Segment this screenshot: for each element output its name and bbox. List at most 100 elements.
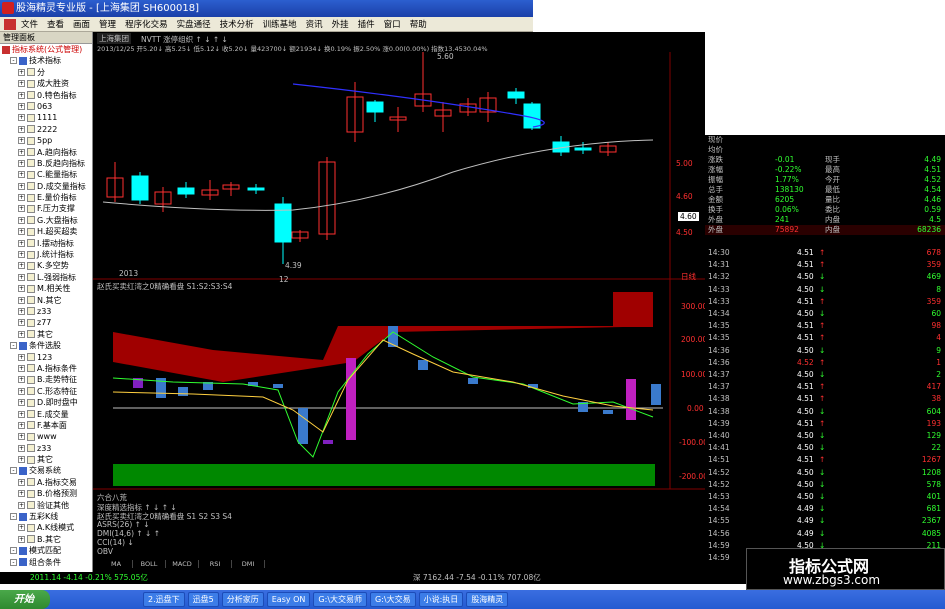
taskbar-item[interactable]: 股海精灵 bbox=[466, 592, 509, 607]
tree-leaf[interactable]: + 成大胜资 bbox=[0, 78, 92, 89]
taskbar-item[interactable]: 2.迅盘下 bbox=[143, 592, 185, 607]
expand-toggle-icon[interactable]: + bbox=[18, 421, 25, 429]
tree-node[interactable]: - 交易系统 bbox=[0, 465, 92, 476]
expand-toggle-icon[interactable]: + bbox=[18, 296, 25, 304]
chart-canvas[interactable] bbox=[93, 32, 705, 572]
expand-toggle-icon[interactable]: + bbox=[18, 228, 25, 236]
tree-leaf[interactable]: + www bbox=[0, 431, 92, 442]
tree-leaf[interactable]: + E.成交量 bbox=[0, 409, 92, 420]
expand-toggle-icon[interactable]: + bbox=[18, 80, 25, 88]
tree-leaf[interactable]: + K.多空势 bbox=[0, 260, 92, 271]
indicator-tab[interactable]: RSI bbox=[199, 560, 232, 568]
tree-leaf[interactable]: + 其它 bbox=[0, 329, 92, 340]
expand-toggle-icon[interactable]: + bbox=[18, 456, 25, 464]
expand-toggle-icon[interactable]: + bbox=[18, 262, 25, 270]
tree-leaf[interactable]: + F.基本面 bbox=[0, 420, 92, 431]
expand-toggle-icon[interactable]: - bbox=[10, 467, 17, 475]
tree-leaf[interactable]: + E.量价指标 bbox=[0, 192, 92, 203]
menu-item[interactable]: 插件 bbox=[358, 18, 375, 30]
tree-leaf[interactable]: +5pp bbox=[0, 135, 92, 146]
expand-toggle-icon[interactable]: + bbox=[18, 307, 25, 315]
expand-toggle-icon[interactable]: + bbox=[18, 399, 25, 407]
taskbar-item[interactable]: 分析家历 bbox=[221, 592, 264, 607]
tree-leaf[interactable]: +1111 bbox=[0, 112, 92, 123]
menu-item[interactable]: 窗口 bbox=[384, 18, 401, 30]
tree-leaf[interactable]: + A.指标条件 bbox=[0, 363, 92, 374]
tree-leaf[interactable]: + B.价格预测 bbox=[0, 488, 92, 499]
tree-leaf[interactable]: + z77 bbox=[0, 317, 92, 328]
tree-leaf[interactable]: + M.相关性 bbox=[0, 283, 92, 294]
tree-leaf[interactable]: + D.即时盘中 bbox=[0, 397, 92, 408]
menu-item[interactable]: 训练基地 bbox=[263, 18, 297, 30]
tree-leaf[interactable]: +123 bbox=[0, 352, 92, 363]
menu-item[interactable]: 帮助 bbox=[410, 18, 427, 30]
expand-toggle-icon[interactable]: + bbox=[18, 478, 25, 486]
tree-leaf[interactable]: + A.指标交易 bbox=[0, 477, 92, 488]
menu-item[interactable]: 资讯 bbox=[306, 18, 323, 30]
expand-toggle-icon[interactable]: + bbox=[18, 125, 25, 133]
expand-toggle-icon[interactable]: + bbox=[18, 444, 25, 452]
expand-toggle-icon[interactable]: + bbox=[18, 137, 25, 145]
tree-leaf[interactable]: + A.趋向指标 bbox=[0, 147, 92, 158]
expand-toggle-icon[interactable]: + bbox=[18, 524, 25, 532]
expand-toggle-icon[interactable]: + bbox=[18, 194, 25, 202]
expand-toggle-icon[interactable]: + bbox=[18, 376, 25, 384]
expand-toggle-icon[interactable]: + bbox=[18, 364, 25, 372]
tree-leaf[interactable]: + 其它 bbox=[0, 454, 92, 465]
menu-item[interactable]: 文件 bbox=[21, 18, 38, 30]
tree-leaf[interactable]: +063 bbox=[0, 101, 92, 112]
expand-toggle-icon[interactable]: + bbox=[18, 68, 25, 76]
expand-toggle-icon[interactable]: + bbox=[18, 102, 25, 110]
menu-item[interactable]: 画面 bbox=[73, 18, 90, 30]
tree-node[interactable]: - 条件选股 bbox=[0, 340, 92, 351]
expand-toggle-icon[interactable]: + bbox=[18, 182, 25, 190]
tree-leaf[interactable]: + H.超买超卖 bbox=[0, 226, 92, 237]
tree-leaf[interactable]: + D.成交量指标 bbox=[0, 181, 92, 192]
menu-item[interactable]: 实盘通径 bbox=[177, 18, 211, 30]
expand-toggle-icon[interactable]: + bbox=[18, 148, 25, 156]
expand-toggle-icon[interactable]: - bbox=[10, 558, 17, 566]
menu-item[interactable]: 技术分析 bbox=[220, 18, 254, 30]
expand-toggle-icon[interactable]: + bbox=[18, 216, 25, 224]
expand-toggle-icon[interactable]: - bbox=[10, 57, 17, 65]
indicator-tab[interactable]: BOLL bbox=[133, 560, 166, 568]
expand-toggle-icon[interactable]: + bbox=[18, 535, 25, 543]
expand-toggle-icon[interactable]: + bbox=[18, 91, 25, 99]
tree-node[interactable]: - 组合条件 bbox=[0, 557, 92, 568]
taskbar-item[interactable]: Easy ON bbox=[266, 592, 311, 607]
expand-toggle-icon[interactable]: + bbox=[18, 490, 25, 498]
tree-leaf[interactable]: + N.其它 bbox=[0, 295, 92, 306]
expand-toggle-icon[interactable]: + bbox=[18, 353, 25, 361]
tree-node[interactable]: - 技术指标 bbox=[0, 55, 92, 66]
indicator-tab[interactable]: DMI bbox=[232, 560, 265, 568]
taskbar-item[interactable]: G:\大交易 bbox=[370, 592, 416, 607]
tree-leaf[interactable]: + C.能量指标 bbox=[0, 169, 92, 180]
indicator-tab[interactable]: MACD bbox=[166, 560, 199, 568]
tree-node[interactable]: 指标系统(公式管理) bbox=[0, 44, 92, 55]
tree-node[interactable]: - 模式匹配 bbox=[0, 545, 92, 556]
tree-leaf[interactable]: + A.K线模式 bbox=[0, 522, 92, 533]
tree-leaf[interactable]: + B.反趋向指标 bbox=[0, 158, 92, 169]
tree-leaf[interactable]: +2222 bbox=[0, 124, 92, 135]
kline-chart-area[interactable]: 上海集团 NVTT 涨停组织 ↑ ↓ ↑ ↓ 2013/12/25 开5.20↓… bbox=[93, 32, 708, 572]
tree-leaf[interactable]: + F.压力支撑 bbox=[0, 203, 92, 214]
tree-leaf[interactable]: + z33 bbox=[0, 443, 92, 454]
expand-toggle-icon[interactable]: - bbox=[10, 513, 17, 521]
tree-leaf[interactable]: + B.其它 bbox=[0, 534, 92, 545]
menu-item[interactable]: 管理 bbox=[99, 18, 116, 30]
tree-leaf[interactable]: + I.摆动指标 bbox=[0, 238, 92, 249]
taskbar-item[interactable]: G:\大交易师 bbox=[313, 592, 368, 607]
tree-leaf[interactable]: + G.大盘指标 bbox=[0, 215, 92, 226]
expand-toggle-icon[interactable]: + bbox=[18, 273, 25, 281]
expand-toggle-icon[interactable]: - bbox=[10, 547, 17, 555]
expand-toggle-icon[interactable]: + bbox=[18, 410, 25, 418]
menu-item[interactable]: 程序化交易 bbox=[125, 18, 168, 30]
expand-toggle-icon[interactable]: + bbox=[18, 114, 25, 122]
menu-item[interactable]: 查看 bbox=[47, 18, 64, 30]
expand-toggle-icon[interactable]: + bbox=[18, 205, 25, 213]
menu-item[interactable]: 外挂 bbox=[332, 18, 349, 30]
indicator-tab[interactable]: MA bbox=[100, 560, 133, 568]
expand-toggle-icon[interactable]: + bbox=[18, 239, 25, 247]
tree-leaf[interactable]: + 分 bbox=[0, 67, 92, 78]
expand-toggle-icon[interactable]: - bbox=[10, 342, 17, 350]
